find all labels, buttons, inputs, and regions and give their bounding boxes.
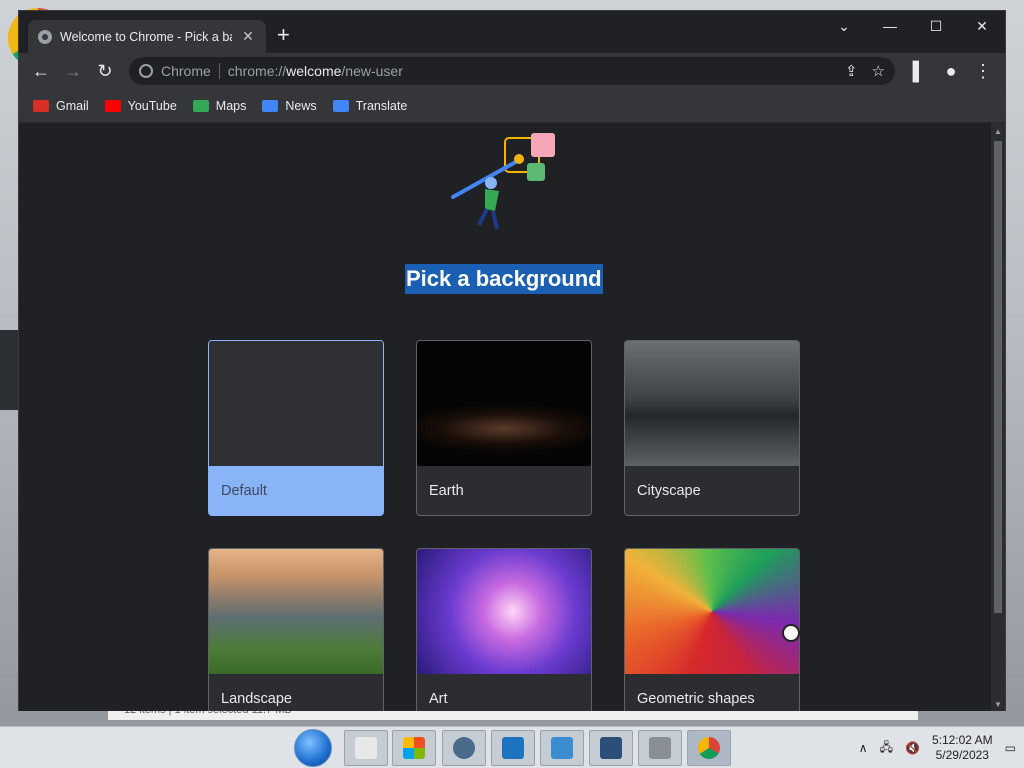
site-label: Chrome: [161, 63, 211, 79]
window-controls: ⌄ — ☐ ✕: [821, 11, 1005, 41]
profile-button[interactable]: ●: [937, 57, 965, 85]
back-button[interactable]: ←: [27, 57, 55, 85]
background-option-cityscape[interactable]: Cityscape: [624, 340, 800, 516]
taskbar-app-4[interactable]: [491, 730, 535, 766]
vertical-scrollbar[interactable]: ▲ ▼: [991, 123, 1005, 711]
bookmark-label: Translate: [355, 98, 408, 113]
side-panel-button[interactable]: ▌: [905, 57, 933, 85]
toolbar: ← → ↻ Chrome chrome://welcome/new-user ⇪…: [19, 53, 1005, 89]
minimize-button[interactable]: —: [867, 11, 913, 41]
background-thumbnail: [209, 341, 383, 466]
background-thumbnail: [209, 549, 383, 674]
bookmark-youtube[interactable]: YouTube: [104, 98, 177, 113]
background-thumbnail: [417, 549, 591, 674]
background-thumbnail: [625, 341, 799, 466]
url-path: /new-user: [341, 63, 403, 79]
store-icon: [403, 737, 425, 759]
background-option-earth[interactable]: Earth: [416, 340, 592, 516]
notification-icon[interactable]: ▭: [1005, 741, 1016, 755]
taskbar-app-7[interactable]: [638, 730, 682, 766]
bookmark-gmail[interactable]: Gmail: [33, 99, 89, 113]
tab-search-button[interactable]: ⌄: [821, 11, 867, 41]
scrollbar-thumb[interactable]: [994, 141, 1002, 613]
reload-button[interactable]: ↻: [91, 57, 119, 85]
monitor-app-icon: [551, 737, 573, 759]
gmail-icon: [33, 99, 49, 112]
clock-date: 5/29/2023: [935, 748, 989, 762]
taskbar-app-6[interactable]: [589, 730, 633, 766]
taskbar-store[interactable]: [392, 730, 436, 766]
gear-icon: [453, 737, 475, 759]
background-label: Art: [429, 691, 448, 707]
bookmark-label: News: [285, 98, 317, 113]
background-label: Cityscape: [637, 483, 701, 499]
tab-strip: Welcome to Chrome - Pick a bac ✕ + ⌄ — ☐…: [19, 11, 1005, 53]
taskbar-chrome[interactable]: [687, 730, 731, 766]
maps-icon: [192, 99, 209, 112]
background-thumbnail: [625, 549, 799, 674]
news-icon: [262, 99, 279, 112]
close-window-button[interactable]: ✕: [959, 11, 1005, 41]
clock-time: 5:12:02 AM: [931, 733, 993, 747]
forward-button[interactable]: →: [59, 57, 87, 85]
omnibox-divider: [218, 63, 220, 79]
network-icon[interactable]: 🖧: [880, 738, 893, 759]
background-label: Geometric shapes: [637, 691, 755, 707]
maximize-button[interactable]: ☐: [913, 11, 959, 41]
taskbar-file-explorer[interactable]: [344, 730, 388, 766]
url-text[interactable]: chrome://welcome/new-user: [228, 63, 403, 79]
background-label: Landscape: [221, 691, 292, 707]
system-tray: ∧ 🖧 🔇 5:12:02 AM 5/29/2023 ▭: [859, 727, 1016, 768]
device-app-icon: [649, 737, 671, 759]
background-thumbnail: [417, 341, 591, 466]
chrome-site-icon[interactable]: [139, 64, 153, 78]
background-label: Earth: [429, 483, 464, 499]
tab-welcome[interactable]: Welcome to Chrome - Pick a bac ✕: [28, 20, 266, 53]
bookmark-label: YouTube: [127, 98, 177, 113]
chrome-window: Welcome to Chrome - Pick a bac ✕ + ⌄ — ☐…: [18, 10, 1006, 711]
translate-icon: [332, 99, 349, 112]
page-title: Pick a background: [405, 264, 603, 294]
bookmark-label: Gmail: [56, 98, 89, 113]
background-label: Default: [209, 466, 383, 515]
bookmarks-bar: Gmail YouTube Maps News Translate: [19, 89, 1005, 123]
start-button[interactable]: [294, 729, 332, 767]
background-option-geometric-shapes[interactable]: Geometric shapes: [624, 548, 800, 711]
bookmark-star-icon[interactable]: ☆: [872, 62, 885, 80]
chrome-favicon-icon: [38, 29, 52, 44]
bookmark-label: Maps: [215, 98, 247, 113]
bookmark-translate[interactable]: Translate: [332, 98, 408, 113]
youtube-icon: [104, 99, 121, 112]
taskbar-app-5[interactable]: [540, 730, 584, 766]
scroll-down-icon[interactable]: ▼: [993, 700, 1003, 709]
menu-button[interactable]: ⋮: [969, 57, 997, 85]
background-option-default[interactable]: Default: [208, 340, 384, 516]
volume-icon[interactable]: 🔇: [905, 741, 920, 755]
share-icon[interactable]: ⇪: [845, 62, 858, 80]
url-prefix: chrome://: [227, 63, 287, 79]
document-app-icon: [600, 737, 622, 759]
tab-close-icon[interactable]: ✕: [240, 28, 256, 45]
taskbar-settings[interactable]: [442, 730, 486, 766]
tray-chevron-icon[interactable]: ∧: [859, 741, 868, 755]
background-option-landscape[interactable]: Landscape: [208, 548, 384, 711]
clock[interactable]: 5:12:02 AM 5/29/2023: [932, 733, 993, 763]
background-option-art[interactable]: Art: [416, 548, 592, 711]
bookmark-maps[interactable]: Maps: [192, 98, 247, 113]
tab-title: Welcome to Chrome - Pick a bac: [60, 29, 232, 44]
folder-icon: [355, 737, 377, 759]
painter-illustration: [451, 133, 555, 230]
bookmark-news[interactable]: News: [262, 98, 317, 113]
window-app-icon: [502, 737, 524, 759]
scroll-up-icon[interactable]: ▲: [993, 127, 1003, 136]
new-tab-button[interactable]: +: [277, 24, 290, 46]
omnibox-actions: ⇪ ☆: [845, 62, 885, 80]
url-host: welcome: [286, 63, 342, 79]
busy-cursor-icon: [782, 624, 800, 642]
chrome-icon: [698, 737, 720, 759]
taskbar: ∧ 🖧 🔇 5:12:02 AM 5/29/2023 ▭: [0, 726, 1024, 768]
address-bar[interactable]: Chrome chrome://welcome/new-user ⇪ ☆: [129, 57, 895, 85]
page-content: Pick a background Default Earth Cityscap…: [19, 123, 1005, 711]
